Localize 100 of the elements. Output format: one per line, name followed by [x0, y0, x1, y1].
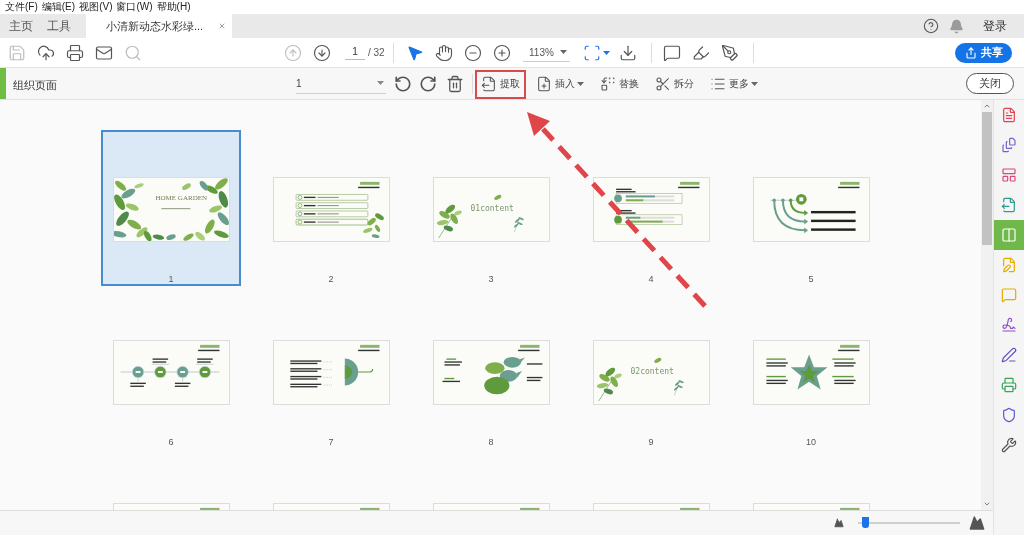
page-item[interactable]: 8: [421, 293, 561, 449]
page-item[interactable]: 2: [261, 130, 401, 286]
page-number-input[interactable]: 1: [345, 45, 365, 60]
slide-header-drawing: [199, 507, 219, 510]
caret-icon: [377, 81, 384, 85]
slide-header-drawing: [357, 344, 379, 352]
sprig-drawing: [513, 216, 524, 233]
caret-icon: [751, 81, 758, 86]
close-icon[interactable]: [218, 22, 226, 30]
tab[interactable]: 工具: [40, 14, 78, 38]
mail-icon[interactable]: [95, 43, 113, 62]
toolbar-button[interactable]: 拆分: [651, 72, 698, 95]
slide-header-drawing: [679, 507, 699, 510]
rotate-left-icon[interactable]: [394, 74, 412, 93]
sign-in-link[interactable]: 登录: [983, 17, 1007, 35]
slide-header-drawing: [357, 181, 379, 189]
menu-item[interactable]: 编辑(E): [41, 2, 76, 12]
page-range-select[interactable]: 1: [296, 73, 386, 94]
text-lines-drawing: [831, 358, 856, 385]
toolbar-button[interactable]: 提取: [477, 72, 524, 95]
slide-header-drawing: [359, 507, 379, 510]
trash-icon[interactable]: [446, 74, 464, 93]
layout-icon: [1001, 167, 1017, 183]
printer-icon: [1001, 377, 1017, 393]
scroll-up-icon[interactable]: [983, 102, 991, 110]
slider-thumb[interactable]: [862, 517, 870, 528]
close-button[interactable]: 关闭: [966, 73, 1014, 94]
page-item[interactable]: 5: [741, 130, 881, 286]
page-number: 4: [648, 273, 654, 285]
page-item[interactable]: 7: [261, 293, 401, 449]
toolbar-button[interactable]: 替换: [596, 72, 643, 95]
progress-bars-drawing: [613, 210, 682, 225]
scroll-down-icon[interactable]: [983, 500, 991, 508]
help-icon[interactable]: [923, 18, 939, 34]
tab[interactable]: 小清新动态水彩绿...: [86, 14, 232, 38]
shield-icon: [1001, 407, 1017, 423]
page-number: 6: [168, 436, 174, 448]
panel-accent: [0, 68, 6, 99]
birds-drawing: [483, 357, 525, 395]
wrench-icon: [1001, 437, 1017, 453]
menu-item[interactable]: 窗口(W): [116, 2, 153, 12]
leaf-icon: [493, 194, 501, 200]
large-mountain-icon[interactable]: [969, 515, 985, 531]
page-number: 1: [168, 273, 174, 285]
pointer-icon[interactable]: [406, 43, 424, 62]
page-number: 5: [808, 273, 814, 285]
menu-item[interactable]: 视图(V): [79, 2, 113, 12]
zoom-field[interactable]: 113%: [523, 43, 570, 62]
curved-arrows-drawing: [769, 194, 808, 234]
toolbar-button[interactable]: 插入: [532, 72, 588, 95]
leaf-cluster-drawing: [436, 204, 462, 239]
hand-icon[interactable]: [435, 43, 453, 62]
panel-title: 组织页面: [13, 78, 57, 91]
leaf-cluster-drawing: [113, 180, 176, 241]
text-lines-drawing: [765, 358, 788, 385]
fit-page-icon[interactable]: [583, 43, 601, 62]
page-item[interactable]: 4: [581, 130, 721, 286]
rotate-right-icon[interactable]: [419, 74, 437, 93]
thumbnail-size-slider[interactable]: [858, 517, 960, 529]
page-item[interactable]: 01content 3: [421, 130, 561, 286]
page-number: 8: [488, 436, 494, 448]
scissors-icon: [655, 75, 671, 92]
printer-icon[interactable]: [66, 43, 84, 62]
file-pen-icon: [1001, 257, 1017, 273]
page-total: / 32: [368, 46, 385, 60]
small-mountain-icon[interactable]: [834, 518, 844, 528]
tab[interactable]: 主页: [2, 14, 40, 38]
comment-icon[interactable]: [663, 43, 681, 62]
zoom-in-icon[interactable]: [493, 43, 511, 62]
page-number: 9: [648, 436, 654, 448]
scroll-mode-icon[interactable]: [619, 43, 637, 62]
cloud-upload-icon[interactable]: [37, 43, 55, 62]
page-item[interactable]: 10: [741, 293, 881, 449]
page-number: 2: [328, 273, 334, 285]
slide-title: 02content: [630, 368, 674, 376]
slide-header-drawing: [837, 181, 859, 189]
text-lines-drawing: [810, 210, 856, 231]
file-icon: [1001, 107, 1017, 123]
leaf-icon: [653, 357, 661, 363]
slide-header-drawing: [837, 344, 859, 352]
subtitle-text-line: [160, 208, 190, 210]
scrollbar-thumb[interactable]: [982, 112, 992, 245]
replace-icon: [600, 75, 616, 92]
progress-bars-drawing: [613, 188, 682, 204]
comment-icon: [1001, 287, 1017, 303]
zoom-out-icon[interactable]: [464, 43, 482, 62]
share-button[interactable]: 共享: [955, 42, 1012, 63]
page-item[interactable]: 6: [101, 293, 241, 449]
pen-icon[interactable]: [721, 43, 739, 62]
highlighter-icon[interactable]: [692, 43, 710, 62]
slide-header-drawing: [517, 344, 539, 352]
toolbar-button[interactable]: 更多: [706, 72, 762, 95]
page-item[interactable]: 02content 9: [581, 293, 721, 449]
next-page-icon[interactable]: [313, 43, 331, 62]
bell-icon[interactable]: [949, 18, 964, 34]
text-lines-drawing: [289, 360, 333, 388]
text-lines-drawing: [526, 363, 542, 382]
menu-item[interactable]: 文件(F): [5, 2, 38, 12]
menu-item[interactable]: 帮助(H): [156, 2, 191, 12]
file-export-icon: [481, 75, 497, 92]
